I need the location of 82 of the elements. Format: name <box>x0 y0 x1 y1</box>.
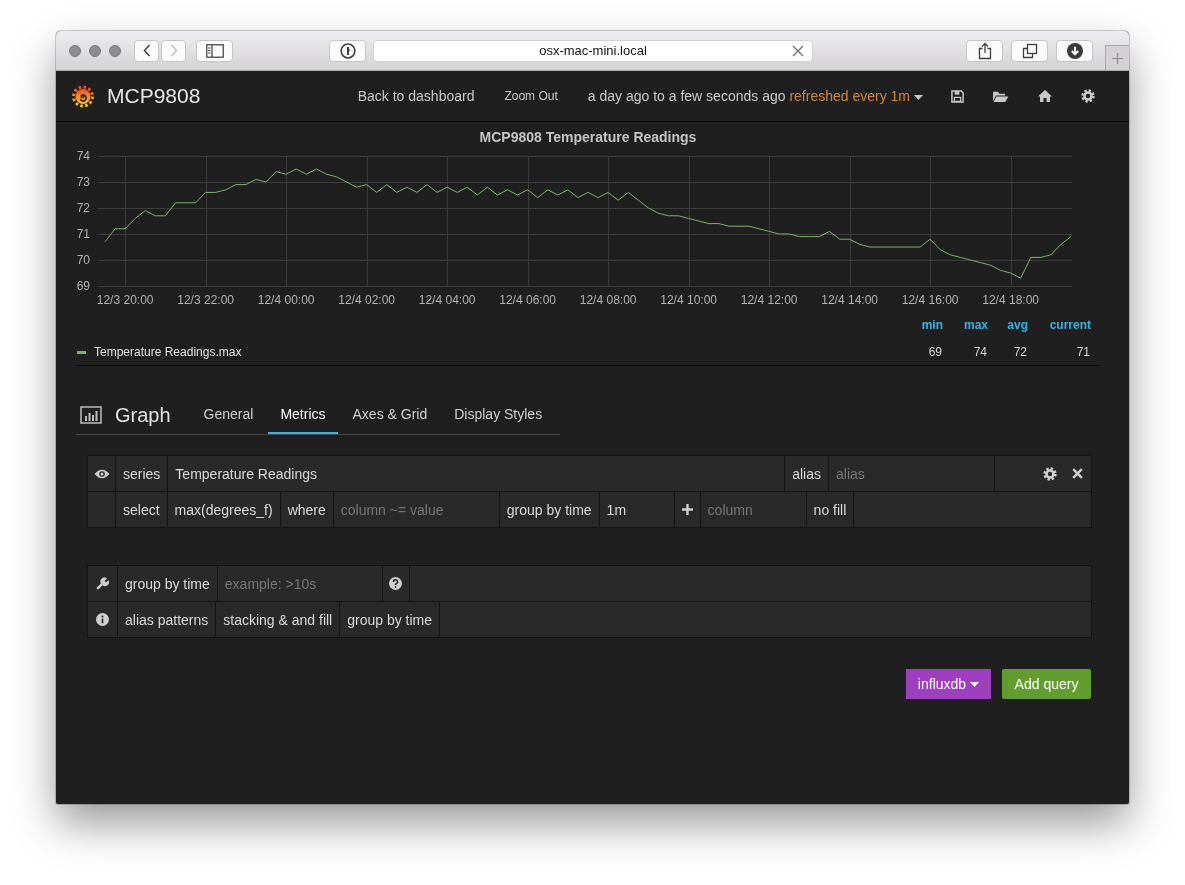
overlapping-squares-icon <box>1021 42 1038 59</box>
series-name[interactable]: Temperature Readings <box>168 456 786 491</box>
legend-header: avg <box>1006 318 1028 332</box>
logo-icon <box>71 84 95 108</box>
query-label: select <box>116 492 168 527</box>
sidebar-icon <box>205 43 224 58</box>
x-axis-label: 12/4 10:00 <box>660 293 717 307</box>
bar-chart-icon <box>80 406 102 424</box>
address-field[interactable]: osx-mac-mini.local <box>373 39 813 62</box>
editor-title: Graph <box>115 403 171 427</box>
editor-tab[interactable]: Metrics <box>268 396 338 434</box>
editor-tab[interactable]: Axes & Grid <box>340 396 440 434</box>
help-link[interactable]: alias patterns <box>118 602 217 637</box>
editor-tab[interactable]: Display Styles <box>442 396 555 434</box>
help-icon[interactable] <box>389 577 403 590</box>
query-label: where <box>280 492 334 527</box>
share-button[interactable] <box>966 39 1003 62</box>
legend-header: current <box>1048 318 1091 332</box>
y-axis-label: 70 <box>76 253 90 267</box>
x-axis-label: 12/4 18:00 <box>982 293 1039 307</box>
select-value[interactable]: max(degrees_f) <box>167 492 281 527</box>
wrench-icon <box>96 577 109 590</box>
chart-title: MCP9808 Temperature Readings <box>478 128 698 146</box>
window-control-icon[interactable] <box>89 44 101 57</box>
x-axis-label: 12/4 06:00 <box>499 293 556 307</box>
help-link[interactable]: group by time <box>340 602 441 637</box>
caret-icon <box>914 94 923 100</box>
chevron-right-icon <box>169 44 178 57</box>
settings-icon[interactable] <box>1043 466 1057 481</box>
window-control-icon[interactable] <box>109 44 121 57</box>
share-icon <box>977 41 992 60</box>
y-axis-label: 73 <box>76 175 90 189</box>
plus-icon <box>1112 52 1123 64</box>
legend-value: 72 <box>1012 345 1027 359</box>
chevron-left-icon <box>142 44 151 57</box>
datasource-button[interactable]: influxdb <box>906 669 991 699</box>
eye-icon[interactable] <box>93 468 110 479</box>
x-axis-label: 12/4 04:00 <box>418 293 476 307</box>
query-label: group by time <box>499 492 600 527</box>
query-label: group by time <box>118 566 218 601</box>
editor-tab[interactable]: General <box>191 396 266 434</box>
dashboard-title: MCP9808 <box>107 84 201 108</box>
x-axis-label: 12/4 12:00 <box>740 293 798 307</box>
sidebar-button[interactable] <box>196 39 233 62</box>
x-axis-label: 12/3 20:00 <box>96 293 154 307</box>
interval-value[interactable]: 1m <box>599 492 675 527</box>
caret-icon <box>970 681 980 687</box>
extension-button[interactable] <box>329 39 366 62</box>
y-axis-label: 69 <box>76 279 90 293</box>
x-axis-label: 12/4 16:00 <box>901 293 959 307</box>
nav-link[interactable]: Back to dashboard <box>357 88 475 104</box>
x-axis-label: 12/4 02:00 <box>338 293 395 307</box>
download-icon <box>1066 42 1083 59</box>
plus-icon[interactable] <box>681 504 693 515</box>
window-control-icon[interactable] <box>69 44 81 57</box>
y-axis-label: 71 <box>76 227 90 241</box>
download-button[interactable] <box>1056 39 1093 62</box>
legend-header: max <box>962 318 988 332</box>
legend-header: min <box>920 318 943 332</box>
close-icon[interactable] <box>792 44 804 57</box>
x-axis-label: 12/4 14:00 <box>821 293 878 307</box>
back-button[interactable] <box>134 39 159 62</box>
folder-icon[interactable] <box>992 89 1009 103</box>
fill-option[interactable]: no fill <box>806 492 855 527</box>
keyhole-icon <box>339 42 356 59</box>
info-icon <box>96 613 109 626</box>
y-axis-label: 72 <box>76 201 90 215</box>
x-axis-label: 12/4 00:00 <box>257 293 315 307</box>
legend-value: 71 <box>1075 345 1090 359</box>
legend-value: 69 <box>927 345 942 359</box>
y-axis-label: 74 <box>76 149 90 163</box>
legend-label[interactable]: Temperature Readings.max <box>94 345 242 359</box>
help-link[interactable]: stacking & and fill <box>216 602 341 637</box>
home-icon[interactable] <box>1037 89 1053 103</box>
legend-value: 74 <box>972 345 987 359</box>
query-label: series <box>116 456 169 491</box>
x-axis-label: 12/3 22:00 <box>177 293 234 307</box>
settings-icon[interactable] <box>1081 89 1095 103</box>
tabs-button[interactable] <box>1011 39 1048 62</box>
x-axis-label: 12/4 08:00 <box>579 293 637 307</box>
nav-link[interactable]: Zoom Out <box>504 89 558 103</box>
time-picker[interactable]: a day ago to a few seconds ago refreshed every 1m <box>587 88 923 104</box>
